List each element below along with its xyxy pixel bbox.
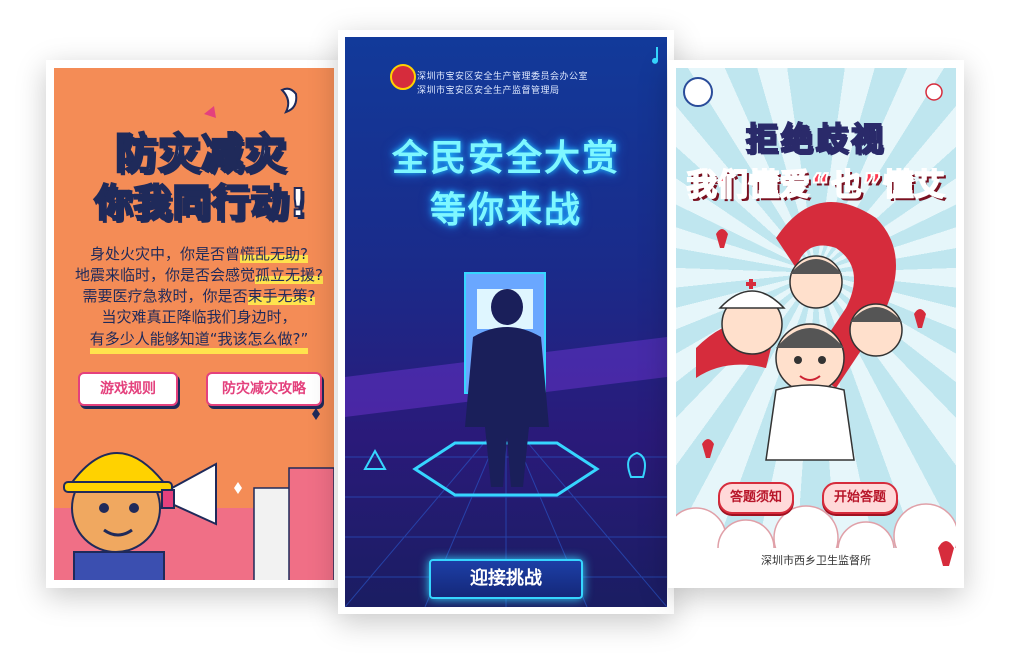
music-icon — [652, 47, 658, 64]
ribbon-icon — [914, 309, 926, 328]
disaster-guide-button[interactable]: 防灾减灾攻略 — [206, 372, 322, 406]
flame-icon — [280, 87, 298, 114]
challenge-title-line1: 全民安全大赏 — [391, 138, 620, 179]
poster-background: 拒绝歧视 我们懂爱“也”懂艾 答题须知 开始答题 深圳市西乡卫生监督所 — [676, 68, 956, 580]
institution-logo — [683, 77, 713, 107]
intro-line-1: 身处火灾中，你是否曾慌乱无助? — [90, 245, 308, 263]
poster-title-line2: 你我同行动! — [93, 180, 308, 226]
game-rules-button[interactable]: 游戏规则 — [78, 372, 178, 406]
poster-background: 防灾减灾 你我同行动! 身处火灾中，你是否曾慌乱无助? 地震来临时，你是否会感觉… — [54, 68, 334, 580]
intro-line-5: 有多少人能够知道“我该怎么做?” — [68, 329, 330, 354]
aids-title-line1: 拒绝歧视 — [745, 119, 886, 159]
aids-awareness-poster: 拒绝歧视 我们懂爱“也”懂艾 答题须知 开始答题 深圳市西乡卫生监督所 — [668, 60, 964, 588]
music-icon — [925, 83, 943, 101]
warning-icon — [363, 448, 387, 470]
safety-challenge-poster: 深圳市宝安区安全生产管理委员会办公室 深圳市宝安区安全生产监督管理局 全民安全大… — [338, 30, 674, 614]
challenge-title-line2: 等你来战 — [429, 190, 582, 231]
ribbon-icon — [702, 439, 714, 458]
neon-scene — [345, 47, 667, 607]
player-silhouette — [491, 289, 523, 325]
disaster-prevention-poster: 防灾减灾 你我同行动! 身处火灾中，你是否曾慌乱无助? 地震来临时，你是否会感觉… — [46, 60, 342, 588]
emblem-icon — [390, 64, 416, 90]
intro-line-4: 当灾难真正降临我们身边时， — [101, 308, 297, 326]
ribbon-icon — [716, 229, 728, 248]
intro-line-3: 需要医疗急救时，你是否束手无策? — [82, 287, 316, 305]
footer-organization: 深圳市西乡卫生监督所 — [761, 554, 871, 567]
org-line-2: 深圳市宝安区安全生产监督管理局 — [417, 86, 560, 96]
quiz-instructions-button[interactable]: 答题须知 — [718, 482, 794, 514]
start-quiz-button[interactable]: 开始答题 — [822, 482, 898, 514]
heart-icon — [204, 106, 216, 118]
aids-title-line2: 我们懂爱“也”懂艾 — [686, 167, 946, 204]
intro-line-2: 地震来临时，你是否会感觉孤立无援? — [75, 266, 323, 284]
org-line-1: 深圳市宝安区安全生产管理委员会办公室 — [417, 72, 589, 82]
poster-background: 深圳市宝安区安全生产管理委员会办公室 深圳市宝安区安全生产监督管理局 全民安全大… — [345, 37, 667, 607]
accept-challenge-button[interactable]: 迎接挑战 — [429, 559, 583, 599]
